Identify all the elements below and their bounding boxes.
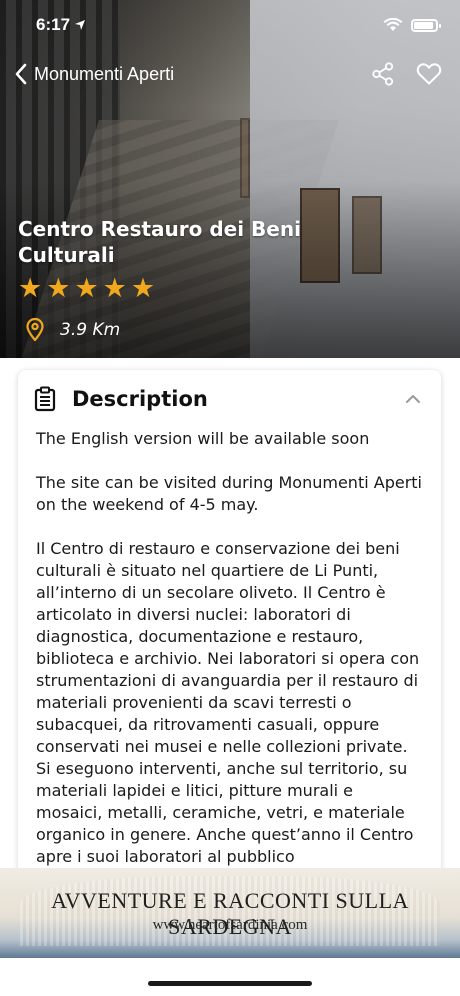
chevron-left-icon bbox=[15, 63, 27, 85]
description-body: The English version will be available so… bbox=[18, 428, 441, 868]
map-pin-icon bbox=[26, 318, 44, 342]
back-button[interactable]: Monumenti Aperti bbox=[14, 62, 174, 86]
description-card: Description The English version will be … bbox=[18, 370, 441, 890]
description-header[interactable]: Description bbox=[18, 370, 441, 428]
description-paragraph: The English version will be available so… bbox=[36, 429, 370, 448]
rating-stars: ★ ★ ★ ★ ★ bbox=[18, 275, 155, 303]
star-icon: ★ bbox=[130, 273, 156, 304]
heart-icon[interactable] bbox=[416, 62, 442, 86]
star-icon: ★ bbox=[18, 273, 43, 304]
description-paragraph: Il Centro di restauro e conservazione de… bbox=[36, 539, 420, 866]
status-bar: 6:17 bbox=[0, 0, 460, 50]
banner-url: www.heartofsardinia.com bbox=[152, 917, 308, 933]
clipboard-icon bbox=[34, 386, 56, 412]
distance-info: 3.9 Km bbox=[26, 318, 120, 342]
description-paragraph: The site can be visited during Monumenti… bbox=[36, 473, 422, 514]
home-indicator[interactable] bbox=[148, 981, 312, 986]
share-icon[interactable] bbox=[372, 62, 394, 86]
back-button-label: Monumenti Aperti bbox=[34, 63, 175, 84]
distance-value: 3.9 Km bbox=[60, 320, 121, 340]
status-time: 6:17 bbox=[36, 15, 86, 35]
star-icon: ★ bbox=[74, 273, 99, 304]
status-time-text: 6:17 bbox=[36, 15, 71, 34]
hero-image bbox=[0, 0, 460, 358]
description-title: Description bbox=[72, 387, 208, 411]
battery-icon bbox=[411, 18, 441, 32]
nav-actions bbox=[372, 62, 442, 86]
wifi-icon bbox=[383, 18, 403, 31]
status-indicators bbox=[383, 18, 441, 32]
ad-banner[interactable]: AVVENTURE E RACCONTI SULLA SARDEGNA www.… bbox=[0, 868, 460, 958]
star-icon: ★ bbox=[46, 273, 71, 304]
site-title: Centro Restauro dei Beni Culturali bbox=[18, 217, 301, 267]
star-icon: ★ bbox=[102, 273, 127, 304]
chevron-up-icon[interactable] bbox=[405, 394, 421, 404]
location-arrow-icon bbox=[75, 20, 86, 30]
battery-level bbox=[414, 21, 433, 29]
navigation-bar: Monumenti Aperti bbox=[0, 56, 460, 92]
